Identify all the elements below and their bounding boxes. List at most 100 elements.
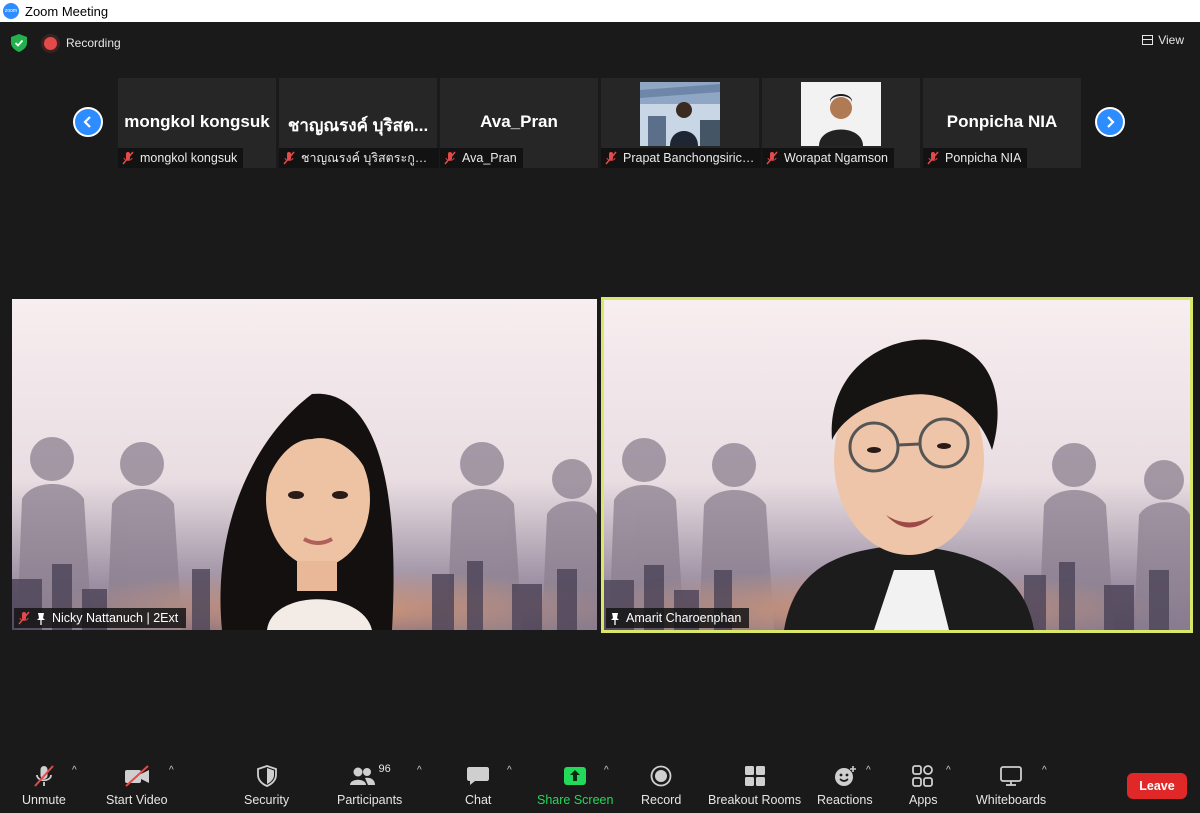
participant-name: ชาญณรงค์ บุริสตระกูล หอ...	[301, 151, 433, 165]
participant-name-bar: Worapat Ngamson	[762, 148, 894, 168]
mic-muted-icon	[34, 765, 54, 787]
mic-muted-icon	[766, 151, 778, 165]
participants-label: Participants	[337, 793, 403, 807]
leave-button[interactable]: Leave	[1127, 773, 1187, 799]
apps-icon	[912, 765, 934, 787]
unmute-label: Unmute	[22, 793, 66, 807]
breakout-rooms-label: Breakout Rooms	[708, 793, 802, 807]
whiteboards-button[interactable]: Whiteboards	[976, 763, 1046, 807]
mic-muted-icon	[283, 151, 295, 165]
video-options-caret[interactable]: ^	[169, 765, 174, 776]
unmute-button[interactable]: Unmute	[22, 763, 66, 807]
window-titlebar: zoom Zoom Meeting	[0, 0, 1200, 22]
video-off-icon	[124, 765, 149, 787]
recording-label: Recording	[66, 36, 121, 50]
apps-button[interactable]: Apps	[909, 763, 938, 807]
share-screen-button[interactable]: Share Screen	[537, 763, 613, 807]
mic-muted-icon	[18, 611, 30, 625]
share-screen-icon	[564, 767, 587, 785]
view-label: View	[1158, 33, 1184, 47]
participants-count-badge: 96	[378, 763, 391, 775]
share-options-caret[interactable]: ^	[604, 765, 609, 776]
whiteboard-icon	[1000, 766, 1022, 786]
breakout-rooms-icon	[744, 766, 765, 786]
participant-name: Ava_Pran	[462, 151, 517, 165]
mic-muted-icon	[444, 151, 456, 165]
participant-name: mongkol kongsuk	[140, 151, 238, 165]
security-button[interactable]: Security	[244, 763, 289, 807]
meeting-toolbar: Unmute ^ Start Video ^ Security 96 Parti…	[0, 755, 1200, 813]
record-label: Record	[641, 793, 682, 807]
participant-name: Prapat Banchongsirich...	[623, 151, 755, 165]
record-icon	[650, 765, 672, 787]
chat-label: Chat	[465, 793, 492, 807]
mic-muted-icon	[122, 151, 134, 165]
participant-name-bar: ชาญณรงค์ บุริสตระกูล หอ...	[279, 148, 439, 168]
record-button[interactable]: Record	[641, 763, 681, 807]
participant-name-bar: Ponpicha NIA	[923, 148, 1028, 168]
participant-display-name: Ava_Pran	[480, 112, 558, 131]
participant-name-bar: Ava_Pran	[440, 148, 523, 168]
security-shield-icon	[256, 765, 277, 787]
share-screen-label: Share Screen	[537, 793, 614, 807]
recording-indicator-icon	[44, 37, 57, 50]
participants-options-caret[interactable]: ^	[417, 765, 422, 776]
participant-display-name: Ponpicha NIA	[946, 112, 1058, 131]
whiteboards-options-caret[interactable]: ^	[1042, 765, 1047, 776]
participant-video-feed	[604, 300, 1190, 630]
participant-tile[interactable]: mongkol kongsuk mongkol kongsuk	[118, 78, 276, 168]
participant-tile[interactable]: Ponpicha NIA Ponpicha NIA	[923, 78, 1081, 168]
gallery-prev-button[interactable]	[73, 107, 103, 137]
reactions-button[interactable]: Reactions	[817, 763, 873, 807]
participant-video-feed	[12, 299, 597, 630]
mic-muted-icon	[927, 151, 939, 165]
apps-options-caret[interactable]: ^	[946, 765, 951, 776]
participant-gallery-strip: mongkol kongsuk mongkol kongsuk ชาญณรงค์…	[118, 78, 1082, 168]
video-tile-active-speaker[interactable]: Amarit Charoenphan	[601, 297, 1193, 633]
participant-video-thumbnail	[640, 82, 720, 146]
pin-icon	[37, 612, 45, 625]
participant-name-bar: mongkol kongsuk	[118, 148, 244, 168]
participants-button[interactable]: 96 Participants	[337, 763, 402, 807]
participant-name: Ponpicha NIA	[945, 151, 1022, 165]
whiteboards-label: Whiteboards	[976, 793, 1047, 807]
view-grid-icon	[1142, 35, 1154, 45]
video-name-bar: Amarit Charoenphan	[606, 608, 750, 628]
view-button[interactable]: View	[1142, 33, 1184, 47]
chevron-right-icon	[1107, 116, 1115, 128]
participant-display-name: mongkol kongsuk	[124, 112, 270, 131]
gallery-next-button[interactable]	[1095, 107, 1125, 137]
start-video-label: Start Video	[106, 793, 168, 807]
security-label: Security	[244, 793, 290, 807]
participant-name-bar: Prapat Banchongsirich...	[601, 148, 761, 168]
participant-tile[interactable]: Ava_Pran Ava_Pran	[440, 78, 598, 168]
zoom-logo-icon: zoom	[3, 3, 19, 19]
audio-options-caret[interactable]: ^	[72, 765, 77, 776]
video-tile-left[interactable]: Nicky Nattanuch | 2Ext	[12, 299, 597, 630]
meeting-topbar: Recording View	[0, 22, 1200, 66]
participant-name: Worapat Ngamson	[784, 151, 888, 165]
breakout-rooms-button[interactable]: Breakout Rooms	[708, 763, 801, 807]
reactions-options-caret[interactable]: ^	[866, 765, 871, 776]
apps-label: Apps	[909, 793, 938, 807]
participant-name: Nicky Nattanuch | 2Ext	[52, 611, 179, 625]
reactions-label: Reactions	[817, 793, 873, 807]
start-video-button[interactable]: Start Video	[106, 763, 168, 807]
chat-options-caret[interactable]: ^	[507, 765, 512, 776]
participant-tile[interactable]: ชาญณรงค์ บุริสต... ชาญณรงค์ บุริสตระกูล …	[279, 78, 439, 168]
participant-video-thumbnail	[801, 82, 881, 146]
participant-tile[interactable]: Prapat Banchongsirich...	[601, 78, 761, 168]
participant-display-name: ชาญณรงค์ บุริสต...	[287, 116, 429, 135]
chevron-left-icon	[83, 116, 91, 128]
video-name-bar: Nicky Nattanuch | 2Ext	[14, 608, 187, 628]
chat-button[interactable]: Chat	[465, 763, 491, 807]
chat-icon	[467, 767, 490, 785]
encryption-shield-icon[interactable]	[11, 34, 27, 52]
reactions-smiley-icon	[834, 766, 856, 786]
mic-muted-icon	[605, 151, 617, 165]
pin-icon	[611, 612, 619, 625]
window-title: Zoom Meeting	[25, 3, 109, 19]
participant-name: Amarit Charoenphan	[626, 611, 742, 625]
participant-tile[interactable]: Worapat Ngamson	[762, 78, 920, 168]
participants-icon	[349, 767, 375, 785]
